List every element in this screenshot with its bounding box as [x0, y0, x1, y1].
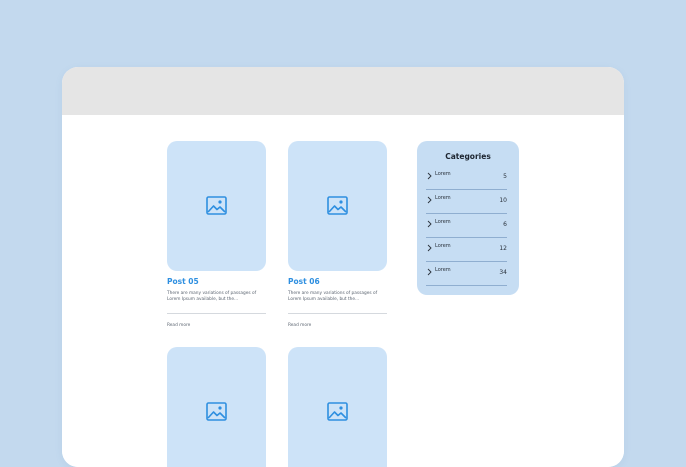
- categories-sidebar: Categories Lorem 5 Lorem 10 Lorem 6 Lore…: [417, 141, 519, 295]
- chevron-right-icon: [427, 196, 432, 204]
- post-thumbnail[interactable]: [288, 141, 387, 271]
- window-title-bar: [62, 67, 624, 115]
- category-label: Lorem: [435, 195, 451, 201]
- category-label: Lorem: [435, 219, 451, 225]
- category-label: Lorem: [435, 171, 451, 177]
- post-card[interactable]: [167, 347, 266, 467]
- category-item[interactable]: Lorem 6: [426, 214, 507, 238]
- post-card[interactable]: [288, 347, 387, 467]
- post-thumbnail[interactable]: [167, 347, 266, 467]
- post-thumbnail[interactable]: [288, 347, 387, 467]
- chevron-right-icon: [427, 172, 432, 180]
- image-icon: [327, 402, 348, 421]
- post-divider: [167, 313, 266, 314]
- post-divider: [288, 313, 387, 314]
- chevron-right-icon: [427, 244, 432, 252]
- image-icon: [206, 402, 227, 421]
- image-icon: [206, 196, 227, 215]
- post-thumbnail[interactable]: [167, 141, 266, 271]
- category-count: 34: [499, 269, 507, 276]
- browser-window: Post 05 There are many variations of pas…: [62, 67, 624, 467]
- category-label: Lorem: [435, 243, 451, 249]
- category-count: 6: [503, 221, 507, 228]
- categories-title: Categories: [445, 152, 491, 161]
- read-more-link[interactable]: Read more: [167, 323, 190, 328]
- category-count: 12: [499, 245, 507, 252]
- category-count: 10: [499, 197, 507, 204]
- post-title[interactable]: Post 06: [288, 277, 320, 286]
- chevron-right-icon: [427, 268, 432, 276]
- category-count: 5: [503, 173, 507, 180]
- blog-page: Post 05 There are many variations of pas…: [62, 115, 624, 467]
- category-divider: [426, 285, 507, 286]
- post-excerpt: There are many variations of passages of…: [167, 291, 257, 303]
- category-item[interactable]: Lorem 5: [426, 166, 507, 190]
- read-more-link[interactable]: Read more: [288, 323, 311, 328]
- category-item[interactable]: Lorem 10: [426, 190, 507, 214]
- post-card[interactable]: Post 06 There are many variations of pas…: [288, 141, 387, 328]
- category-label: Lorem: [435, 267, 451, 273]
- post-card[interactable]: Post 05 There are many variations of pas…: [167, 141, 266, 328]
- chevron-right-icon: [427, 220, 432, 228]
- category-item[interactable]: Lorem 12: [426, 238, 507, 262]
- category-item[interactable]: Lorem 34: [426, 262, 507, 286]
- post-excerpt: There are many variations of passages of…: [288, 291, 378, 303]
- image-icon: [327, 196, 348, 215]
- post-title[interactable]: Post 05: [167, 277, 199, 286]
